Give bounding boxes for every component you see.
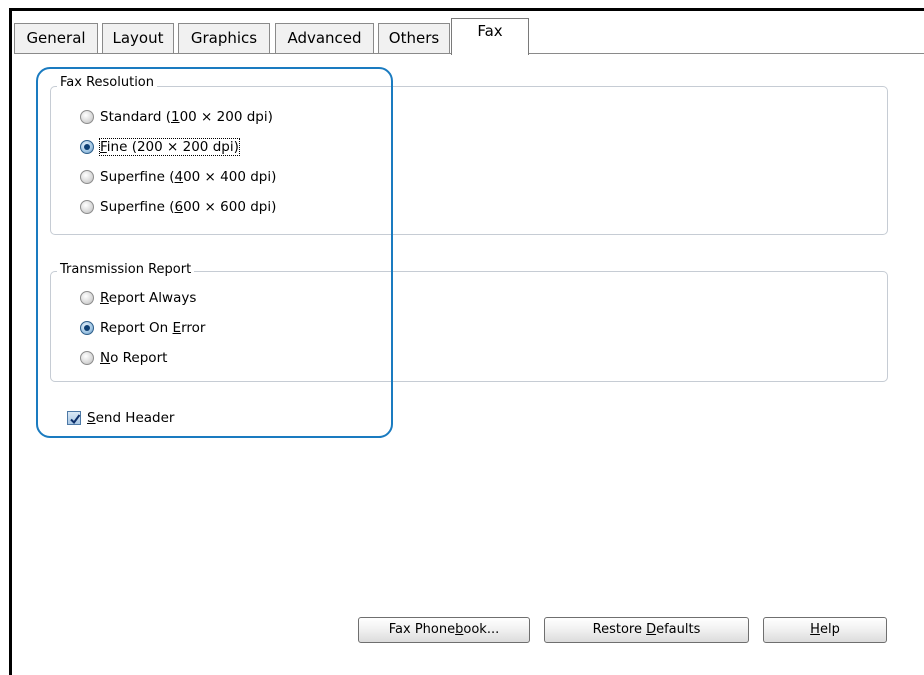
radio-superfine-400[interactable]: Superfine (400 × 400 dpi) — [80, 169, 276, 185]
transmission-report-title: Transmission Report — [57, 262, 195, 278]
radio-report-always[interactable]: Report Always — [80, 290, 196, 306]
radio-superfine-400-label: Superfine (400 × 400 dpi) — [100, 169, 277, 185]
tab-general[interactable]: General — [14, 23, 98, 53]
fax-resolution-title: Fax Resolution — [57, 75, 158, 91]
radio-report-always-label: Report Always — [100, 290, 197, 306]
radio-fine-label: Fine (200 × 200 dpi) — [99, 138, 240, 156]
send-header-checkbox[interactable] — [67, 411, 81, 425]
tab-others-label: Others — [388, 29, 440, 47]
fax-phonebook-label: Fax Phonebook... — [388, 622, 500, 637]
tab-advanced[interactable]: Advanced — [275, 23, 374, 53]
radio-standard[interactable]: Standard (100 × 200 dpi) — [80, 109, 273, 125]
send-header-checkbox-row[interactable]: Send Header — [67, 410, 174, 426]
checkmark-icon — [70, 414, 81, 425]
radio-superfine-600-label: Superfine (600 × 600 dpi) — [100, 199, 277, 215]
tab-fax[interactable]: Fax — [451, 18, 529, 55]
radio-report-always-button[interactable] — [80, 291, 94, 305]
radio-standard-button[interactable] — [80, 110, 94, 124]
radio-report-on-error[interactable]: Report On Error — [80, 320, 205, 336]
restore-defaults-button[interactable]: Restore Defaults — [544, 617, 749, 643]
tab-fax-label: Fax — [477, 22, 503, 40]
radio-no-report-label: No Report — [100, 350, 168, 366]
help-button[interactable]: Help — [763, 617, 887, 643]
tab-general-label: General — [26, 29, 86, 47]
fax-phonebook-button[interactable]: Fax Phonebook... — [358, 617, 530, 643]
radio-report-on-error-label: Report On Error — [100, 320, 206, 336]
radio-no-report-button[interactable] — [80, 351, 94, 365]
tab-graphics-label: Graphics — [190, 29, 258, 47]
radio-fine[interactable]: Fine (200 × 200 dpi) — [80, 138, 240, 156]
tab-graphics[interactable]: Graphics — [178, 23, 270, 53]
radio-superfine-600-button[interactable] — [80, 200, 94, 214]
radio-report-on-error-button[interactable] — [80, 321, 94, 335]
restore-defaults-label: Restore Defaults — [592, 622, 701, 637]
printer-properties-dialog: General Layout Graphics Advanced Others … — [0, 0, 924, 675]
help-label: Help — [810, 622, 840, 637]
tab-advanced-label: Advanced — [287, 29, 362, 47]
radio-standard-label: Standard (100 × 200 dpi) — [100, 109, 273, 125]
radio-superfine-400-button[interactable] — [80, 170, 94, 184]
tab-layout[interactable]: Layout — [102, 23, 174, 53]
radio-fine-button[interactable] — [80, 140, 94, 154]
radio-no-report[interactable]: No Report — [80, 350, 167, 366]
tab-others[interactable]: Others — [378, 23, 450, 53]
tab-layout-label: Layout — [112, 29, 164, 47]
send-header-label: Send Header — [87, 410, 175, 426]
radio-superfine-600[interactable]: Superfine (600 × 600 dpi) — [80, 199, 276, 215]
